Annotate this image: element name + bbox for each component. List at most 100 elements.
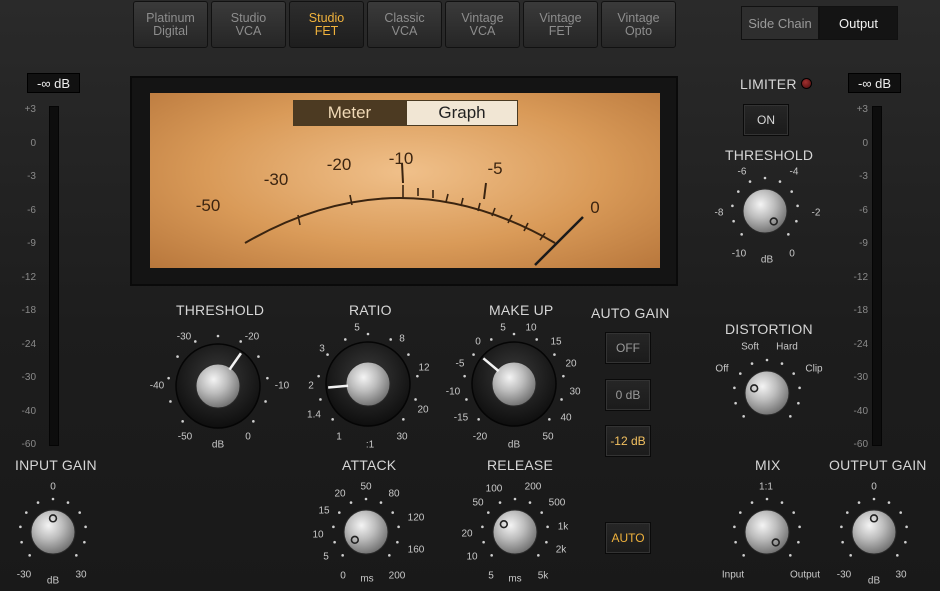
mix-tick: Input bbox=[721, 569, 745, 581]
output-gain-knob[interactable] bbox=[840, 497, 908, 557]
limiter-threshold-knob[interactable] bbox=[731, 176, 799, 236]
ratio-tick: 30 bbox=[396, 431, 408, 443]
ratio-tick: 1 bbox=[336, 431, 342, 443]
limiter-led bbox=[801, 78, 812, 89]
makeup-tick: 30 bbox=[569, 386, 581, 398]
input-gain-knob[interactable] bbox=[19, 497, 87, 557]
auto-release-button[interactable]: AUTO bbox=[605, 522, 651, 554]
threshold-tick: -40 bbox=[149, 380, 165, 392]
threshold-tick: -10 bbox=[274, 380, 290, 392]
mix-label: MIX bbox=[755, 457, 781, 473]
distortion-tick: Hard bbox=[776, 341, 798, 353]
attack-tick: 15 bbox=[318, 505, 330, 517]
limiter-tick: -10 bbox=[731, 248, 747, 260]
makeup-tick: -10 bbox=[445, 386, 461, 398]
distortion-tick: Clip bbox=[805, 363, 823, 375]
ratio-tick: 12 bbox=[418, 362, 430, 374]
distortion-knob[interactable] bbox=[733, 358, 801, 418]
input-gain-tick: 30 bbox=[75, 569, 87, 581]
auto-gain-0db-button[interactable]: 0 dB bbox=[605, 379, 651, 411]
output-gain-unit: dB bbox=[867, 575, 881, 587]
makeup-tick: 10 bbox=[525, 322, 537, 334]
input-gain-tick: -30 bbox=[16, 569, 32, 581]
output-gain-tick: 30 bbox=[895, 569, 907, 581]
threshold-tick: 0 bbox=[245, 431, 251, 443]
input-gain-label: INPUT GAIN bbox=[15, 457, 97, 473]
threshold-knob[interactable] bbox=[167, 334, 269, 429]
attack-label: ATTACK bbox=[342, 457, 397, 473]
limiter-threshold-label: THRESHOLD bbox=[725, 147, 814, 163]
limiter-on-button[interactable]: ON bbox=[743, 104, 789, 136]
release-tick: 5k bbox=[537, 570, 549, 582]
ratio-tick: 1.4 bbox=[307, 409, 321, 421]
attack-tick: 160 bbox=[407, 544, 425, 556]
release-tick: 500 bbox=[548, 497, 566, 509]
release-tick: 20 bbox=[461, 528, 473, 540]
auto-gain-off-button[interactable]: OFF bbox=[605, 332, 651, 364]
mix-tick: 1:1 bbox=[759, 481, 773, 493]
ratio-tick: 8 bbox=[399, 333, 405, 345]
release-tick: 5 bbox=[488, 570, 494, 582]
makeup-tick: 15 bbox=[550, 336, 562, 348]
ratio-label: RATIO bbox=[349, 302, 392, 318]
attack-tick: 10 bbox=[312, 529, 324, 541]
input-gain-tick: 0 bbox=[50, 481, 56, 493]
makeup-tick: 0 bbox=[475, 336, 481, 348]
distortion-tick: Off bbox=[715, 363, 729, 375]
makeup-tick: -15 bbox=[453, 412, 469, 424]
release-tick: 200 bbox=[524, 481, 542, 493]
input-gain-unit: dB bbox=[46, 575, 60, 587]
makeup-label: MAKE UP bbox=[489, 302, 554, 318]
limiter-tick: -2 bbox=[811, 207, 821, 219]
attack-unit: ms bbox=[360, 573, 374, 585]
compressor-plugin-window: Platinum Digital Studio VCA Studio FET C… bbox=[0, 0, 940, 591]
output-gain-label: OUTPUT GAIN bbox=[829, 457, 927, 473]
threshold-unit: dB bbox=[211, 439, 225, 451]
ratio-unit: :1 bbox=[365, 439, 375, 451]
ratio-knob[interactable] bbox=[317, 332, 419, 427]
makeup-unit: dB bbox=[507, 439, 521, 451]
attack-tick: 200 bbox=[388, 570, 406, 582]
limiter-tick: -4 bbox=[789, 166, 799, 178]
release-tick: 50 bbox=[472, 497, 484, 509]
mix-tick: Output bbox=[789, 569, 821, 581]
release-tick: 1k bbox=[557, 521, 569, 533]
release-knob[interactable] bbox=[481, 497, 549, 557]
makeup-tick: 40 bbox=[560, 412, 572, 424]
attack-tick: 50 bbox=[360, 481, 372, 493]
release-unit: ms bbox=[508, 573, 522, 585]
distortion-label: DISTORTION bbox=[725, 321, 813, 337]
attack-knob[interactable] bbox=[332, 497, 400, 557]
release-tick: 10 bbox=[466, 551, 478, 563]
makeup-tick: 5 bbox=[500, 322, 506, 334]
release-tick: 100 bbox=[485, 483, 503, 495]
limiter-tick: -8 bbox=[714, 207, 724, 219]
attack-tick: 5 bbox=[323, 551, 329, 563]
ratio-tick: 3 bbox=[319, 343, 325, 355]
output-gain-tick: -30 bbox=[836, 569, 852, 581]
auto-gain-label: AUTO GAIN bbox=[591, 305, 670, 321]
output-gain-tick: 0 bbox=[871, 481, 877, 493]
makeup-tick: -20 bbox=[472, 431, 488, 443]
attack-tick: 80 bbox=[388, 488, 400, 500]
attack-tick: 20 bbox=[334, 488, 346, 500]
limiter-tick: 0 bbox=[789, 248, 795, 260]
threshold-tick: -50 bbox=[177, 431, 193, 443]
attack-tick: 120 bbox=[407, 512, 425, 524]
makeup-tick: 20 bbox=[565, 358, 577, 370]
ratio-tick: 5 bbox=[354, 322, 360, 334]
ratio-tick: 20 bbox=[417, 404, 429, 416]
mix-knob[interactable] bbox=[733, 497, 801, 557]
auto-gain-minus12db-button[interactable]: -12 dB bbox=[605, 425, 651, 457]
limiter-tick: -6 bbox=[737, 166, 747, 178]
attack-tick: 0 bbox=[340, 570, 346, 582]
threshold-tick: -30 bbox=[176, 331, 192, 343]
release-tick: 2k bbox=[555, 544, 567, 556]
threshold-label: THRESHOLD bbox=[176, 302, 265, 318]
release-label: RELEASE bbox=[487, 457, 553, 473]
threshold-tick: -20 bbox=[244, 331, 260, 343]
limiter-label: LIMITER bbox=[740, 76, 797, 92]
distortion-tick: Soft bbox=[741, 341, 759, 353]
makeup-tick: -5 bbox=[455, 358, 465, 370]
makeup-tick: 50 bbox=[542, 431, 554, 443]
